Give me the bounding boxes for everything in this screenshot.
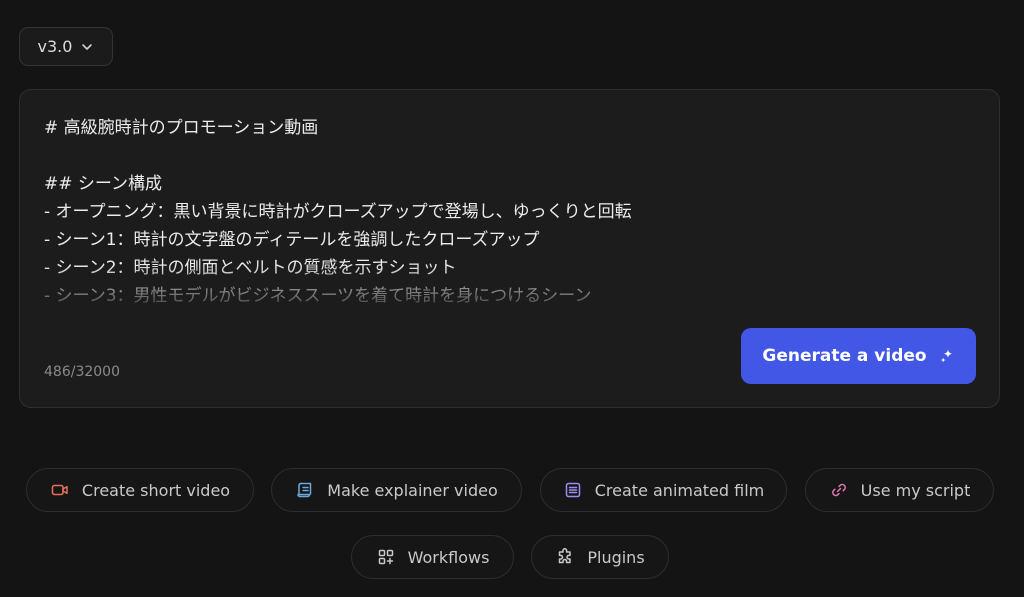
action-label: Workflows <box>407 547 490 567</box>
create-animated-film-button[interactable]: Create animated film <box>540 468 787 512</box>
link-icon <box>831 483 846 497</box>
prompt-line: - シーン1：時計の文字盤のディテールを強調したクローズアップ <box>44 230 540 250</box>
version-selector[interactable]: v3.0 <box>19 27 113 66</box>
create-short-video-button[interactable]: Create short video <box>26 468 254 512</box>
document-list-icon <box>565 482 580 498</box>
scroll-icon <box>297 482 312 498</box>
plugins-button[interactable]: Plugins <box>531 535 669 579</box>
prompt-editor[interactable]: # 高級腕時計のプロモーション動画 ## シーン構成 - オープニング：黒い背景… <box>19 89 1000 408</box>
action-label: Use my script <box>860 480 971 500</box>
version-label: v3.0 <box>37 37 73 56</box>
workflows-button[interactable]: Workflows <box>351 535 514 579</box>
prompt-line: - オープニング：黒い背景に時計がクローズアップで登場し、ゆっくりと回転 <box>44 202 632 222</box>
generate-video-button[interactable]: Generate a video <box>741 328 976 384</box>
use-my-script-button[interactable]: Use my script <box>805 468 994 512</box>
prompt-line: # 高級腕時計のプロモーション動画 <box>44 118 319 138</box>
action-label: Make explainer video <box>327 480 498 500</box>
video-camera-icon <box>51 484 68 496</box>
prompt-textarea[interactable]: # 高級腕時計のプロモーション動画 ## シーン構成 - オープニング：黒い背景… <box>44 114 944 304</box>
chevron-down-icon <box>82 43 93 50</box>
action-label: Plugins <box>587 547 645 567</box>
action-label: Create short video <box>81 480 231 500</box>
action-label: Create animated film <box>594 480 765 500</box>
character-counter: 486/32000 <box>44 364 120 380</box>
puzzle-icon <box>559 547 572 564</box>
prompt-line: - シーン2：時計の側面とベルトの質感を示すショット <box>44 258 457 278</box>
prompt-line: - シーン3：男性モデルがビジネススーツを着て時計を身につけるシーン <box>44 286 592 304</box>
workflows-icon <box>378 549 393 565</box>
make-explainer-video-button[interactable]: Make explainer video <box>271 468 522 512</box>
generate-video-label: Generate a video <box>762 346 927 366</box>
sparkle-icon <box>940 349 952 363</box>
prompt-line: ## シーン構成 <box>44 174 163 194</box>
prompt-line <box>44 142 944 170</box>
